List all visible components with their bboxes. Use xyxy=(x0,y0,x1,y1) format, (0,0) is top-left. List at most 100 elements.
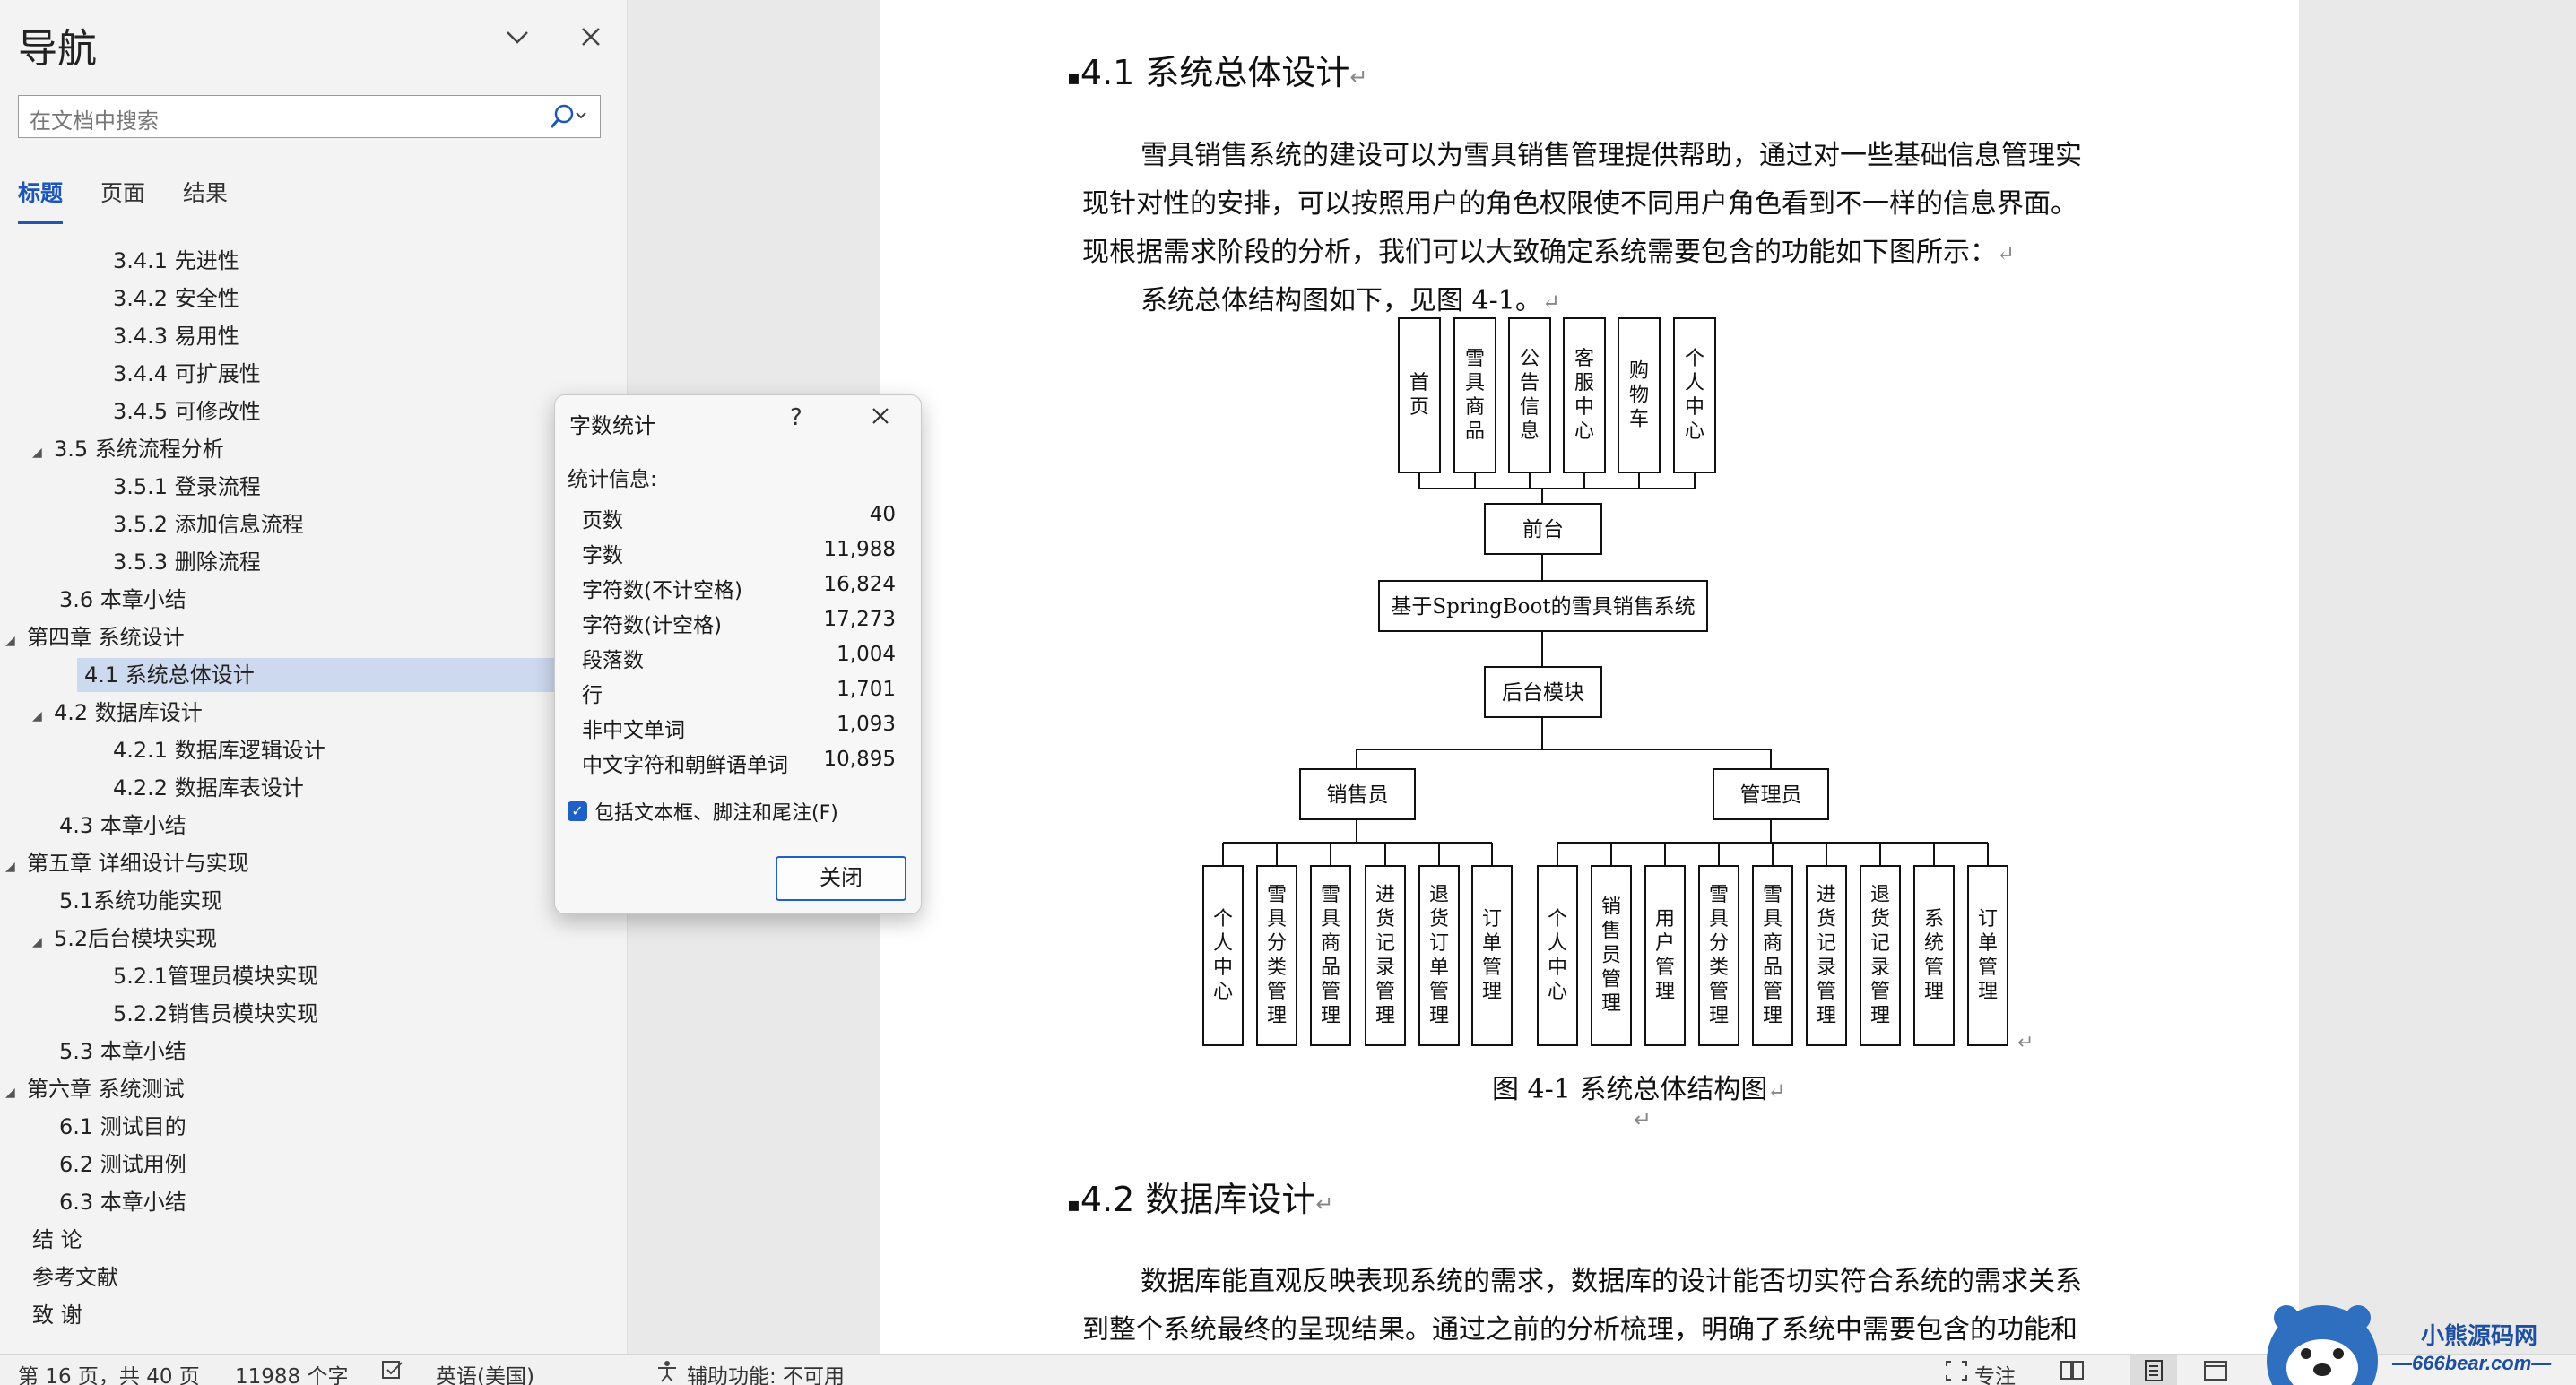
tab-headings[interactable]: 标题 xyxy=(18,176,64,224)
proofing-icon[interactable] xyxy=(380,1359,405,1385)
system-label: 基于SpringBoot的雪具销售系统 xyxy=(1391,595,1695,619)
seller-module-box xyxy=(1202,865,1244,1046)
nav-heading-label: 3.4.1 先进性 xyxy=(113,248,239,273)
nav-heading-item[interactable]: 4.2.2 数据库表设计 xyxy=(113,771,304,805)
nav-heading-item[interactable]: ◢ 5.2后台模块实现 xyxy=(32,922,217,956)
nav-heading-label: 3.4.3 易用性 xyxy=(113,324,239,349)
nav-heading-label: 3.4.2 安全性 xyxy=(113,286,239,311)
stat-value: 1,701 xyxy=(837,678,896,701)
nav-heading-label: 6.3 本章小结 xyxy=(59,1190,186,1215)
nav-heading-label: 4.2.2 数据库表设计 xyxy=(113,775,304,801)
nav-heading-item[interactable]: 致 谢 xyxy=(32,1298,82,1332)
search-icon[interactable] xyxy=(548,101,589,135)
nav-heading-item[interactable]: 5.2.1管理员模块实现 xyxy=(113,959,318,993)
stat-label: 行 xyxy=(582,684,603,707)
tab-results[interactable]: 结果 xyxy=(183,176,228,224)
nav-heading-item[interactable]: 3.4.3 易用性 xyxy=(113,319,239,353)
nav-heading-item[interactable]: 6.1 测试目的 xyxy=(59,1110,186,1144)
nav-heading-item[interactable]: 6.3 本章小结 xyxy=(59,1185,186,1219)
backend-label: 后台模块 xyxy=(1502,681,1584,705)
nav-heading-item[interactable]: 6.2 测试用例 xyxy=(59,1147,186,1182)
nav-heading-label: 4.2 数据库设计 xyxy=(54,700,203,725)
dialog-close-icon[interactable] xyxy=(867,403,894,437)
stat-row: 行 1,701 xyxy=(582,678,896,708)
nav-heading-item[interactable]: 3.5.1 登录流程 xyxy=(113,470,261,504)
nav-heading-item[interactable]: 结 论 xyxy=(32,1223,82,1257)
admin-module-box xyxy=(1644,865,1686,1046)
system-structure-diagram: 首页雪具商品公告信息客服中心购物车个人中心前台基于SpringBoot的雪具销售… xyxy=(1202,317,2034,1054)
collapse-caret-icon[interactable]: ◢ xyxy=(32,436,54,470)
paragraph-line: 到整个系统最终的呈现结果。通过之前的分析梳理，明确了系统中需要包含的功能和 xyxy=(1082,1314,2077,1346)
front-module-box xyxy=(1673,317,1716,473)
front-module-box xyxy=(1453,317,1496,473)
admin-module-label: 销售员管理 xyxy=(1601,896,1621,1016)
navigation-pane: 导航 在文档中搜索 标题 页面 结果 3.4.1 先进性 3.4.2 安全性 3.4… xyxy=(0,0,628,1354)
word-count[interactable]: 11988 个字 xyxy=(235,1359,348,1385)
seller-module-box xyxy=(1471,865,1513,1046)
nav-heading-item[interactable]: 4.3 本章小结 xyxy=(59,809,186,843)
paragraph-line: 现根据需求阶段的分析，我们可以大致确定系统需要包含的功能如下图所示：↵ xyxy=(1082,237,2016,268)
stat-value: 1,004 xyxy=(837,643,896,666)
read-mode-icon[interactable] xyxy=(2059,1359,2086,1385)
include-textbox-checkbox[interactable]: ✓ 包括文本框、脚注和尾注(F) xyxy=(568,797,838,826)
focus-icon xyxy=(1944,1359,1969,1385)
stat-row: 中文字符和朝鲜语单词 10,895 xyxy=(582,748,896,778)
help-button[interactable]: ? xyxy=(790,404,802,431)
focus-mode[interactable]: 专注 xyxy=(1974,1359,2016,1385)
nav-heading-label: 3.4.4 可扩展性 xyxy=(113,361,261,386)
nav-heading-label: 5.2后台模块实现 xyxy=(54,926,218,951)
stat-label: 中文字符和朝鲜语单词 xyxy=(582,754,788,777)
nav-heading-label: 6.1 测试目的 xyxy=(59,1114,186,1139)
collapse-caret-icon[interactable]: ◢ xyxy=(5,850,27,884)
page-count[interactable]: 第 16 页，共 40 页 xyxy=(18,1359,200,1385)
nav-heading-item[interactable]: 5.2.2销售员模块实现 xyxy=(113,997,318,1031)
nav-heading-item[interactable]: 3.4.1 先进性 xyxy=(113,244,239,278)
nav-heading-label: 第四章 系统设计 xyxy=(27,625,185,650)
language-indicator[interactable]: 英语(美国) xyxy=(436,1359,534,1385)
nav-heading-item[interactable]: ◢ 3.5 系统流程分析 xyxy=(32,432,224,466)
nav-heading-item[interactable]: 5.1系统功能实现 xyxy=(59,884,222,918)
nav-heading-label: 3.5.2 添加信息流程 xyxy=(113,512,304,537)
stat-row: 非中文单词 1,093 xyxy=(582,713,896,743)
collapse-caret-icon[interactable]: ◢ xyxy=(5,624,27,658)
chevron-down-icon[interactable] xyxy=(502,22,533,60)
close-icon[interactable] xyxy=(577,22,604,58)
stat-row: 字数 11,988 xyxy=(582,538,896,568)
nav-heading-item[interactable]: 3.4.5 可修改性 xyxy=(113,394,261,428)
search-input[interactable]: 在文档中搜索 xyxy=(18,95,601,138)
paragraph-line: 雪具销售系统的建设可以为雪具销售管理提供帮助，通过对一些基础信息管理实 xyxy=(1141,140,2082,171)
document-page[interactable]: ▪4.1 系统总体设计↵ 雪具销售系统的建设可以为雪具销售管理提供帮助，通过对一… xyxy=(880,0,2299,1354)
nav-heading-label: 致 谢 xyxy=(32,1303,82,1328)
nav-heading-item[interactable]: ◢ 第四章 系统设计 xyxy=(5,620,185,654)
nav-heading-item[interactable]: ◢ 第五章 详细设计与实现 xyxy=(5,846,249,880)
nav-heading-item[interactable]: 3.6 本章小结 xyxy=(59,583,186,617)
nav-heading-item[interactable]: 5.3 本章小结 xyxy=(59,1034,186,1069)
nav-heading-label: 3.4.5 可修改性 xyxy=(113,399,261,424)
stat-value: 11,988 xyxy=(823,538,896,561)
nav-heading-label: 5.3 本章小结 xyxy=(59,1039,186,1064)
close-button[interactable]: 关闭 xyxy=(776,856,906,901)
front-module-box xyxy=(1563,317,1606,473)
web-layout-icon[interactable] xyxy=(2202,1359,2229,1385)
nav-heading-item[interactable]: ◢ 4.2 数据库设计 xyxy=(32,696,203,730)
nav-heading-item[interactable]: 4.2.1 数据库逻辑设计 xyxy=(113,733,325,767)
accessibility-status[interactable]: 辅助功能: 不可用 xyxy=(687,1359,845,1385)
nav-heading-item[interactable]: 3.5.3 删除流程 xyxy=(113,545,261,579)
stat-label: 页数 xyxy=(582,509,623,532)
collapse-caret-icon[interactable]: ◢ xyxy=(5,1076,27,1110)
nav-heading-item[interactable]: 参考文献 xyxy=(32,1260,118,1294)
nav-heading-item[interactable]: ◢ 第六章 系统测试 xyxy=(5,1072,185,1106)
nav-heading-label: 4.2.1 数据库逻辑设计 xyxy=(113,738,325,763)
print-layout-icon[interactable] xyxy=(2130,1355,2177,1385)
nav-heading-item[interactable]: 3.4.2 安全性 xyxy=(113,281,239,316)
collapse-caret-icon[interactable]: ◢ xyxy=(32,925,54,959)
nav-heading-item[interactable]: 3.5.2 添加信息流程 xyxy=(113,507,304,541)
stat-row: 字符数(不计空格) 16,824 xyxy=(582,573,896,603)
tab-pages[interactable]: 页面 xyxy=(100,176,145,224)
collapse-caret-icon[interactable]: ◢ xyxy=(32,699,54,733)
stat-value: 1,093 xyxy=(837,713,896,736)
nav-heading-item[interactable]: 3.4.4 可扩展性 xyxy=(113,357,261,391)
nav-heading-label: 结 论 xyxy=(32,1227,82,1252)
nav-heading-item[interactable]: 4.1 系统总体设计 xyxy=(77,658,556,692)
nav-heading-label: 3.5.3 删除流程 xyxy=(113,550,261,575)
